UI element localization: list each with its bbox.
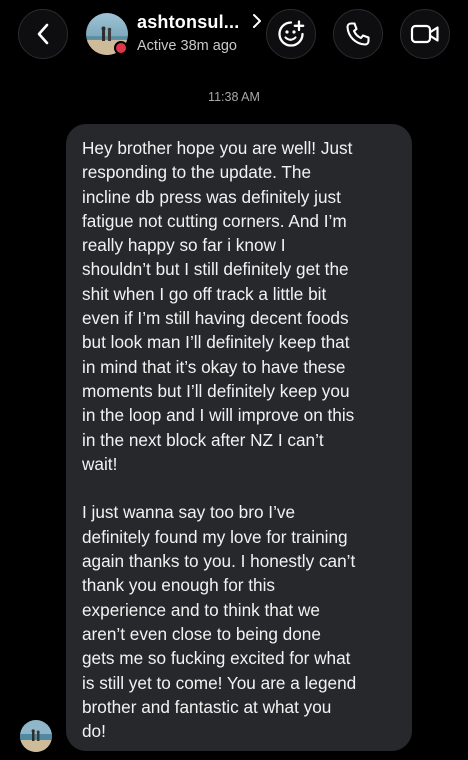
back-button[interactable]: [18, 9, 68, 59]
active-status-dot: [114, 41, 128, 55]
message-paragraph: Hey brother hope you are well! Just resp…: [82, 138, 355, 474]
message-paragraph: I just wanna say too bro I’ve definitely…: [82, 502, 357, 742]
sticker-plus-icon: [276, 19, 306, 49]
chevron-left-icon: [36, 23, 50, 45]
active-status: Active 38m ago: [137, 38, 237, 54]
video-call-button[interactable]: [400, 9, 450, 59]
chat-header: ashtonsul... Active 38m ago: [0, 0, 468, 72]
video-camera-icon: [410, 22, 440, 46]
audio-call-button[interactable]: [333, 9, 383, 59]
chevron-right-icon[interactable]: [251, 12, 263, 30]
message-timestamp: 11:38 AM: [208, 90, 260, 104]
message-bubble[interactable]: Hey brother hope you are well! Just resp…: [66, 124, 412, 751]
sticker-button[interactable]: [266, 9, 316, 59]
phone-icon: [344, 20, 372, 48]
sender-avatar[interactable]: [20, 720, 52, 752]
username[interactable]: ashtonsul...: [137, 12, 239, 33]
